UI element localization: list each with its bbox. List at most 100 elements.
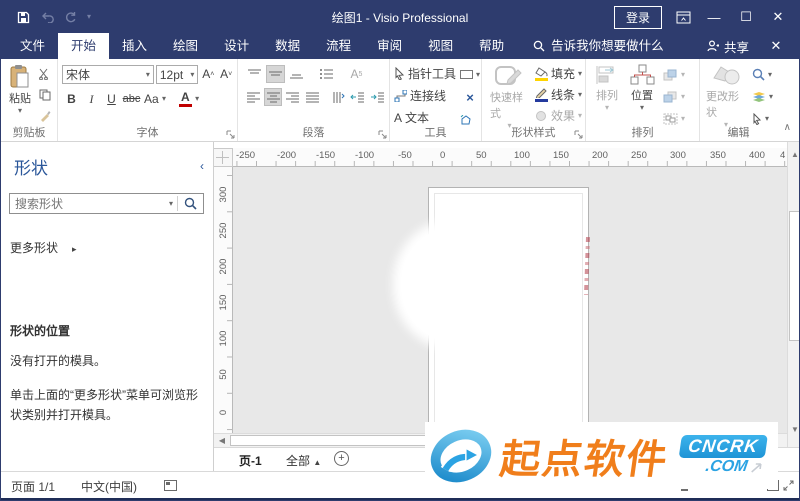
line-button[interactable]: 线条 ▾ [534,85,582,104]
copy-icon[interactable] [35,86,54,104]
shapes-search-box: ▾ [9,193,204,214]
paste-button[interactable]: 粘贴 ▾ [5,62,35,125]
shapes-search-input[interactable] [10,196,165,211]
more-shapes-button[interactable]: 更多形状 ▸ [10,239,77,256]
tab-help[interactable]: 帮助 [466,33,517,59]
pointer-icon [394,67,405,80]
align-middle-icon[interactable] [266,65,285,83]
quick-styles-button[interactable]: 快速样式 ▾ [490,64,529,130]
search-scope-caret-icon[interactable]: ▾ [165,199,177,208]
full-screen-icon[interactable] [783,480,794,491]
shrink-font-icon[interactable]: A ˅ [218,65,234,83]
ribbon-display-options-icon[interactable] [676,11,691,24]
font-size-combo[interactable]: 12pt ▾ [155,65,199,84]
tab-insert[interactable]: 插入 [109,33,160,59]
format-painter-icon[interactable] [35,107,54,125]
scroll-up-icon[interactable]: ▲ [789,148,799,162]
scroll-left-icon[interactable]: ◀ [215,434,229,447]
sign-in-button[interactable]: 登录 [613,5,662,29]
tab-draw[interactable]: 绘图 [160,33,211,59]
close-document-icon[interactable]: ✕ [767,38,785,54]
tab-home[interactable]: 开始 [58,33,110,59]
strikethrough-button[interactable]: abc [122,90,141,108]
connector-tool-button[interactable]: 连接线 [394,86,456,105]
bold-button[interactable]: B [62,90,81,108]
text-size-icon[interactable]: A5 [347,65,366,83]
add-page-icon[interactable]: + [334,451,349,466]
ribbon-tab-row: 文件 开始 插入 绘图 设计 数据 流程 审阅 视图 帮助 告诉我你想要做什么 … [1,33,799,59]
visio-window: ▾ 绘图1 - Visio Professional 登录 — ☐ ✕ 文件 开… [0,0,800,501]
horizontal-ruler: -250 -200 -150 -100 -50 0 50 100 150 200 250 3… [233,148,787,167]
cut-icon[interactable] [35,65,54,83]
close-button[interactable]: ✕ [769,9,787,25]
quick-access-toolbar: ▾ [1,11,91,24]
decrease-indent-icon[interactable] [349,88,366,106]
bring-forward-icon[interactable]: ▾ [663,65,685,84]
redo-icon[interactable] [64,11,77,24]
person-icon [707,40,719,52]
layers-icon[interactable]: ▾ [752,87,773,106]
collapse-ribbon-icon[interactable]: ∧ [784,122,791,133]
position-button[interactable]: 位置 ▾ [628,64,656,128]
text-icon: A [394,110,403,125]
justify-icon[interactable] [304,88,321,106]
share-button[interactable]: 共享 [707,37,749,56]
vertical-scrollbar[interactable]: ▲ ▼ [787,142,799,447]
align-right-icon[interactable] [284,88,301,106]
change-case-button[interactable]: Aa ▾ [142,90,168,108]
effects-button[interactable]: 效果 ▾ [535,106,582,125]
red-stamp-remnant [583,236,591,296]
collapse-panel-icon[interactable]: ‹ [200,159,204,173]
pointer-tool-button[interactable]: 指针工具 [394,64,456,83]
no-stencils-text: 没有打开的模具。 [10,354,107,368]
search-icon [533,40,545,52]
tab-view[interactable]: 视图 [415,33,466,59]
tab-process[interactable]: 流程 [313,33,364,59]
increase-indent-icon[interactable] [369,88,386,106]
group-shape-styles: 快速样式 ▾ 填充 ▾ 线条 ▾ 效果 ▾ 形状样式 [482,59,586,141]
scroll-down-icon[interactable]: ▼ [789,423,799,437]
undo-icon[interactable] [40,11,54,23]
align-left-icon[interactable] [245,88,262,106]
shapes-panel: 形状 ‹ ▾ 更多形状▸ 形状的位置 没有打开的模具。 单击上面的“更多形状”菜… [1,142,214,471]
change-shape-button[interactable]: 更改形状 ▾ [706,64,746,129]
grow-font-icon[interactable]: A ˄ [200,65,216,83]
font-name-combo[interactable]: 宋体 ▾ [62,65,154,84]
align-bottom-icon[interactable] [287,65,306,83]
italic-button[interactable]: I [82,90,101,108]
search-magnifier-icon[interactable] [178,197,203,210]
font-color-button[interactable]: A ▾ [176,90,202,108]
send-backward-icon[interactable]: ▾ [663,87,685,106]
rectangle-tool-button[interactable]: ▾ [460,65,480,84]
vertical-scroll-thumb[interactable] [789,211,799,341]
align-top-icon[interactable] [245,65,264,83]
page-tab[interactable]: 页-1 [239,452,262,469]
status-language[interactable]: 中文(中国) [81,478,137,495]
macro-record-icon[interactable] [164,480,177,491]
minimize-button[interactable]: — [705,10,723,25]
bullets-icon[interactable] [317,65,336,83]
align-center-icon[interactable] [264,88,283,106]
status-page-indicator[interactable]: 页面 1/1 [11,478,55,495]
connection-point-tool-button[interactable]: × [460,88,480,107]
drawing-canvas[interactable] [233,167,787,433]
all-pages-button[interactable]: 全部 ▲ [286,452,321,469]
qat-customize-icon[interactable]: ▾ [87,13,91,21]
paragraph-dialog-launcher-icon[interactable] [378,130,387,139]
tell-me-box[interactable]: 告诉我你想要做什么 [533,33,664,59]
text-direction-icon[interactable] [330,88,347,106]
tab-design[interactable]: 设计 [211,33,262,59]
fill-button[interactable]: 填充 ▾ [534,64,582,83]
tab-review[interactable]: 审阅 [364,33,415,59]
align-button[interactable]: 排列 ▾ [593,64,621,128]
underline-button[interactable]: U [102,90,121,108]
external-arrow-icon [749,461,764,474]
find-icon[interactable]: ▾ [752,65,773,84]
tab-data[interactable]: 数据 [262,33,313,59]
erased-watermark-blob [401,227,513,342]
maximize-button[interactable]: ☐ [737,9,755,25]
tab-file[interactable]: 文件 [7,33,58,59]
save-icon[interactable] [17,11,30,24]
font-dialog-launcher-icon[interactable] [226,130,235,139]
shape-styles-dialog-launcher-icon[interactable] [574,130,583,139]
